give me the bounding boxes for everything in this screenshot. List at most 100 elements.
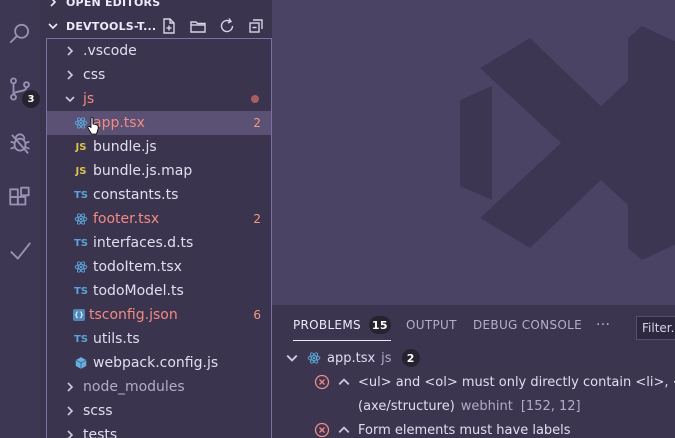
problem-message: Form elements must have labels [358,422,571,438]
chevron-down-icon [286,354,298,362]
tree-item-label: css [83,67,106,83]
tree-file[interactable]: todoItem.tsx [47,255,271,279]
error-icon [314,374,330,390]
tree-item-label: todoItem.tsx [93,259,182,275]
chevron-right-icon [63,404,77,418]
problem-file-count: 2 [401,349,420,367]
react-icon [73,259,89,275]
source-control-badge: 3 [22,90,40,108]
tree-file[interactable]: JS bundle.js.map [47,159,271,183]
project-label: DEVTOOLS-T... [66,19,157,33]
ts-file-icon: TS [73,237,89,249]
problems-count-badge: 15 [368,316,391,334]
open-editors-label: OPEN EDITORS [66,0,161,9]
tree-item-label: bundle.js.map [93,163,193,179]
collapse-all-icon[interactable] [246,16,266,36]
ts-file-icon: TS [73,333,89,345]
tree-file[interactable]: TS todoModel.ts [47,279,271,303]
js-file-icon: JS [75,165,87,177]
tree-item-label: todoModel.ts [93,283,184,299]
debug-icon[interactable] [0,121,40,165]
chevron-up-icon[interactable] [338,376,350,388]
file-tree: .vscode css js app.tsx 2 JS bundle.js JS bundle.… [46,38,272,438]
tree-item-label: utils.ts [93,331,140,347]
chevron-right-icon [63,428,77,438]
check-icon[interactable] [0,229,40,273]
tree-file[interactable]: {} tsconfig.json 6 [47,303,271,327]
more-actions-icon[interactable]: ··· [596,305,610,345]
problem-item[interactable]: Form elements must have labels [314,418,571,438]
tab-debug-console[interactable]: DEBUG CONSOLE [473,305,582,345]
activity-bar: 3 [0,0,40,438]
search-icon[interactable] [0,12,40,56]
bottom-panel: PROBLEMS 15 OUTPUT DEBUG CONSOLE ··· Fil… [272,305,675,438]
tree-item-label: app.tsx [93,115,145,131]
tree-folder[interactable]: js [47,87,271,111]
tree-folder[interactable]: .vscode [47,39,271,63]
error-dot-icon [251,95,259,103]
chevron-up-icon[interactable] [338,424,350,436]
tree-item-label: node_modules [83,379,185,395]
chevron-down-icon [63,92,77,106]
ts-file-icon: TS [73,189,89,201]
tab-debug-console-label: DEBUG CONSOLE [473,318,582,332]
tree-item-label: scss [83,403,113,419]
error-count: 2 [253,212,261,226]
new-file-icon[interactable] [159,16,179,36]
tree-file[interactable]: TS constants.ts [47,183,271,207]
tree-folder[interactable]: tests [47,423,271,438]
error-count: 6 [253,308,261,322]
new-folder-icon[interactable] [188,16,208,36]
chevron-down-icon [48,21,66,31]
error-icon [314,422,330,438]
tree-folder[interactable]: css [47,63,271,87]
tree-file[interactable]: JS bundle.js [47,135,271,159]
explorer-actions [159,14,266,38]
tree-file[interactable]: TS utils.ts [47,327,271,351]
open-editors-header[interactable]: OPEN EDITORS [40,0,272,14]
js-file-icon: JS [75,141,87,153]
explorer-sidebar: OPEN EDITORS DEVTOOLS-T... .vscode css js a… [40,0,310,438]
panel-tabs: PROBLEMS 15 OUTPUT DEBUG CONSOLE ··· [272,305,675,345]
json-file-icon: {} [73,309,85,321]
refresh-icon[interactable] [217,16,237,36]
tree-file[interactable]: webpack.config.js [47,351,271,375]
tab-output[interactable]: OUTPUT [406,305,457,345]
problem-item[interactable]: <ul> and <ol> must only directly contain… [314,370,675,394]
webpack-icon [73,355,89,371]
problem-rule: (axe/structure) [358,398,455,414]
extensions-icon[interactable] [0,176,40,220]
tab-output-label: OUTPUT [406,318,457,332]
tree-folder[interactable]: scss [47,399,271,423]
tree-file[interactable]: TS interfaces.d.ts [47,231,271,255]
problem-file-name: app.tsx [327,350,376,366]
problem-position: [152, 12] [520,398,581,414]
mouse-cursor-icon [87,116,99,135]
ts-file-icon: TS [73,285,89,297]
tree-file[interactable]: app.tsx 2 [47,111,271,135]
chevron-right-icon [63,68,77,82]
problem-source: webhint [460,398,513,414]
filter-placeholder: Filter. E.g.: text, **/*.ts, !**/node_mo… [642,321,675,335]
tree-item-label: footer.tsx [93,211,160,227]
tree-item-label: webpack.config.js [93,355,219,371]
problems-filter-input[interactable]: Filter. E.g.: text, **/*.ts, !**/node_mo… [636,316,675,340]
react-icon [73,211,89,227]
tree-item-label: bundle.js [93,139,157,155]
chevron-right-icon [48,0,66,7]
tree-item-label: tsconfig.json [89,307,178,323]
tree-item-label: constants.ts [93,187,179,203]
tree-item-label: interfaces.d.ts [93,235,194,251]
problems-file-row[interactable]: app.tsx js 2 [286,346,420,370]
tree-folder[interactable]: node_modules [47,375,271,399]
tree-item-label: .vscode [83,43,137,59]
project-header[interactable]: DEVTOOLS-T... [40,14,272,38]
editor-area [272,0,675,305]
tab-problems-label: PROBLEMS [293,318,361,332]
chevron-right-icon [63,380,77,394]
tree-file[interactable]: footer.tsx 2 [47,207,271,231]
tree-item-label: js [83,91,95,107]
tab-problems[interactable]: PROBLEMS 15 [293,305,391,345]
tree-item-label: tests [83,427,118,438]
error-count: 2 [253,116,261,130]
